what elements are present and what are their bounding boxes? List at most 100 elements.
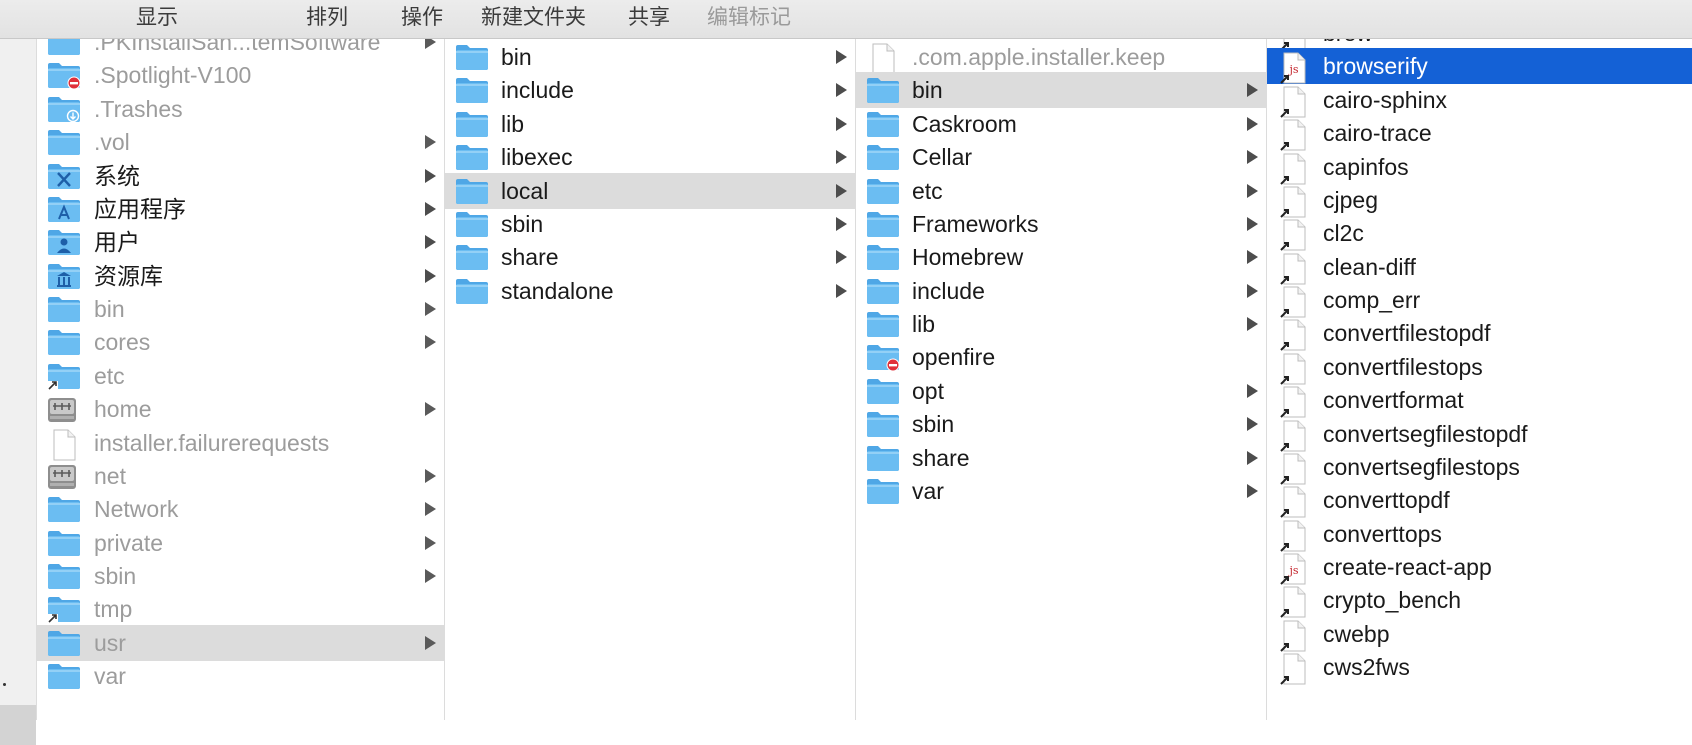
column-1-item-spotlight-v100[interactable]: .Spotlight-V100	[37, 57, 444, 93]
column-4-item-convertfilestopdf[interactable]: convertfilestopdf	[1267, 315, 1692, 352]
edit-tags-button[interactable]: 编辑标记	[707, 4, 791, 32]
column-4-item-convertsegfilestops[interactable]: convertsegfilestops	[1267, 449, 1692, 485]
new-folder-button[interactable]: 新建文件夹	[481, 4, 586, 32]
column-1-item-network[interactable]: Network	[37, 491, 444, 527]
column-2-item-lib[interactable]: lib	[445, 106, 855, 142]
item-label: comp_err	[1323, 287, 1421, 314]
alias-document-icon	[1280, 486, 1308, 519]
folder-restricted-icon	[47, 61, 81, 90]
applications-folder-icon	[47, 195, 81, 223]
folder-icon	[455, 243, 489, 271]
folder-icon	[455, 143, 489, 171]
column-3-item-com-apple-installer-keep[interactable]: .com.apple.installer.keep	[856, 39, 1266, 75]
item-label: etc	[912, 177, 943, 204]
column-1-item-tmp[interactable]: tmp	[37, 591, 444, 627]
disclosure-arrow-icon	[1247, 83, 1258, 98]
column-local[interactable]: .com.apple.installer.keep bin Caskroom C…	[856, 39, 1267, 720]
column-1-item-var[interactable]: var	[37, 658, 444, 694]
column-1-item-系统[interactable]: 系统	[37, 158, 444, 194]
column-4-item-crypto-bench[interactable]: crypto_bench	[1267, 582, 1692, 619]
column-4-item-convertfilestops[interactable]: convertfilestops	[1267, 349, 1692, 385]
column-3-item-bin[interactable]: bin	[856, 72, 1266, 109]
column-2-item-standalone[interactable]: standalone	[445, 273, 855, 309]
column-3-item-frameworks[interactable]: Frameworks	[856, 206, 1266, 242]
column-1-item-应用程序[interactable]: 应用程序	[37, 191, 444, 227]
column-1-item-cores[interactable]: cores	[37, 324, 444, 360]
alias-document-icon	[1280, 119, 1308, 151]
view-menu-button[interactable]: 显示	[136, 4, 178, 32]
folder-icon	[47, 328, 81, 356]
column-2-item-bin[interactable]: bin	[445, 39, 855, 75]
column-4-item-browserify[interactable]: js browserify	[1267, 48, 1692, 85]
item-label: home	[94, 396, 152, 423]
column-4-item-cjpeg[interactable]: cjpeg	[1267, 182, 1692, 218]
column-root[interactable]: .PKInstallSan...temSoftware .Spotlight-V…	[37, 39, 445, 720]
disclosure-arrow-icon	[425, 135, 436, 150]
toolbar: 显示 排列 操作 新建文件夹 共享 编辑标记	[0, 0, 1692, 39]
folder-icon	[866, 477, 900, 505]
item-label: crypto_bench	[1323, 587, 1462, 614]
column-2-item-libexec[interactable]: libexec	[445, 139, 855, 175]
column-3-item-homebrew[interactable]: Homebrew	[856, 239, 1266, 275]
column-4-item-cwebp[interactable]: cwebp	[1267, 616, 1692, 652]
column-3-item-include[interactable]: include	[856, 273, 1266, 309]
disclosure-arrow-icon	[1247, 283, 1258, 298]
column-4-item-converttopdf[interactable]: converttopdf	[1267, 482, 1692, 519]
column-1-item-net[interactable]: net	[37, 458, 444, 494]
column-1-item-bin[interactable]: bin	[37, 291, 444, 327]
column-4-item-clean-diff[interactable]: clean-diff	[1267, 249, 1692, 285]
column-1-item-home[interactable]: home	[37, 391, 444, 427]
column-4-item-cairo-trace[interactable]: cairo-trace	[1267, 115, 1692, 151]
column-1-item-sbin[interactable]: sbin	[37, 558, 444, 594]
item-label: bin	[94, 296, 125, 323]
item-label: .Trashes	[94, 95, 183, 122]
item-label: Cellar	[912, 144, 973, 171]
column-bin[interactable]: brew jsbrowserify cairo-sphinx cairo-tra…	[1267, 39, 1692, 720]
column-3-item-var[interactable]: var	[856, 473, 1266, 509]
column-3-item-share[interactable]: share	[856, 440, 1266, 476]
column-4-item-create-react-app[interactable]: js create-react-app	[1267, 549, 1692, 585]
sidebar-selected-row[interactable]	[0, 705, 36, 745]
folder-icon	[866, 410, 900, 438]
column-usr[interactable]: bin include lib libexec local sbin share…	[445, 39, 856, 720]
item-label: clean-diff	[1323, 253, 1416, 280]
item-label: convertsegfilestops	[1323, 453, 1520, 480]
column-2-item-sbin[interactable]: sbin	[445, 206, 855, 242]
column-4-item-capinfos[interactable]: capinfos	[1267, 149, 1692, 185]
folder-icon	[866, 310, 900, 338]
column-2-item-local[interactable]: local	[445, 172, 855, 209]
column-1-item-用户[interactable]: 用户	[37, 224, 444, 260]
column-4-item-cairo-sphinx[interactable]: cairo-sphinx	[1267, 82, 1692, 118]
column-1-item-vol[interactable]: .vol	[37, 124, 444, 160]
column-4-item-cl2c[interactable]: cl2c	[1267, 215, 1692, 251]
column-3-item-caskroom[interactable]: Caskroom	[856, 106, 1266, 142]
action-menu-button[interactable]: 操作	[401, 4, 443, 32]
item-label: convertsegfilestopdf	[1323, 420, 1528, 447]
column-4-item-comp-err[interactable]: comp_err	[1267, 282, 1692, 318]
column-4-item-convertformat[interactable]: convertformat	[1267, 382, 1692, 418]
column-3-item-lib[interactable]: lib	[856, 306, 1266, 342]
column-2-item-share[interactable]: share	[445, 239, 855, 275]
share-button[interactable]: 共享	[628, 4, 670, 32]
folder-icon	[455, 210, 489, 238]
column-1-item-usr[interactable]: usr	[37, 624, 444, 661]
column-1-item-etc[interactable]: etc	[37, 358, 444, 394]
column-4-item-cws2fws[interactable]: cws2fws	[1267, 649, 1692, 685]
column-1-item-资源库[interactable]: 资源库	[37, 258, 444, 294]
item-label: convertfilestopdf	[1323, 320, 1491, 347]
column-3-item-cellar[interactable]: Cellar	[856, 139, 1266, 175]
column-3-item-opt[interactable]: opt	[856, 373, 1266, 409]
arrange-menu-button[interactable]: 排列	[306, 4, 348, 32]
column-2-item-include[interactable]: include	[445, 72, 855, 108]
column-3-item-etc[interactable]: etc	[856, 173, 1266, 209]
column-3-item-openfire[interactable]: openfire	[856, 339, 1266, 375]
column-1-item-trashes[interactable]: .Trashes	[37, 91, 444, 127]
column-4-item-convertsegfilestopdf[interactable]: convertsegfilestopdf	[1267, 416, 1692, 452]
column-1-item-installer-failurerequests[interactable]: installer.failurerequests	[37, 425, 444, 461]
column-4-item-converttops[interactable]: converttops	[1267, 516, 1692, 552]
item-label: cws2fws	[1323, 654, 1410, 681]
column-3-item-sbin[interactable]: sbin	[856, 406, 1266, 442]
column-1-item-private[interactable]: private	[37, 525, 444, 561]
disclosure-arrow-icon	[425, 402, 436, 417]
document-icon	[869, 43, 897, 75]
